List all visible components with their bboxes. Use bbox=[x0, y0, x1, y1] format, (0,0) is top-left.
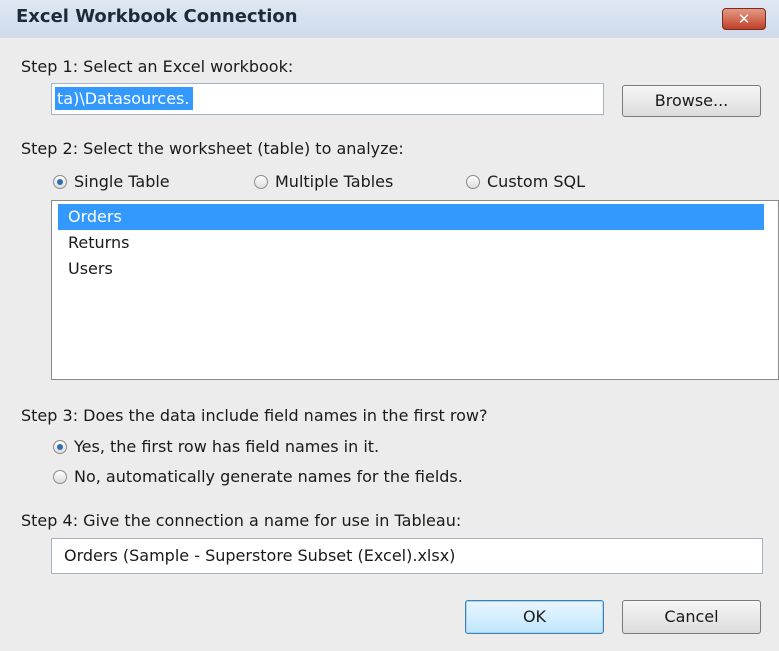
radio-selected-icon bbox=[53, 175, 67, 189]
step3-label: Step 3: Does the data include field name… bbox=[21, 406, 488, 425]
close-button[interactable]: ✕ bbox=[722, 8, 766, 30]
radio-unselected-icon bbox=[466, 175, 480, 189]
step2-label: Step 2: Select the worksheet (table) to … bbox=[21, 139, 404, 158]
radio-single-table[interactable]: Single Table bbox=[53, 172, 170, 191]
cancel-button[interactable]: Cancel bbox=[622, 600, 761, 634]
workbook-path-input[interactable]: ta)\Datasources. bbox=[51, 83, 604, 115]
radio-multiple-tables-label: Multiple Tables bbox=[275, 172, 394, 191]
radio-field-names-no[interactable]: No, automatically generate names for the… bbox=[53, 467, 463, 486]
close-icon: ✕ bbox=[737, 10, 751, 28]
dialog-title: Excel Workbook Connection bbox=[16, 6, 298, 27]
step4-label: Step 4: Give the connection a name for u… bbox=[21, 511, 462, 530]
excel-workbook-connection-dialog: Excel Workbook Connection ✕ Step 1: Sele… bbox=[0, 0, 779, 651]
ok-button[interactable]: OK bbox=[465, 600, 604, 634]
list-item-orders[interactable]: Orders bbox=[58, 204, 764, 230]
radio-unselected-icon bbox=[254, 175, 268, 189]
browse-button[interactable]: Browse... bbox=[622, 85, 761, 117]
radio-custom-sql-label: Custom SQL bbox=[487, 172, 586, 191]
radio-field-names-no-label: No, automatically generate names for the… bbox=[74, 467, 463, 486]
radio-single-table-label: Single Table bbox=[74, 172, 170, 191]
radio-unselected-icon bbox=[53, 470, 67, 484]
list-item-returns[interactable]: Returns bbox=[58, 230, 764, 256]
title-bar[interactable]: Excel Workbook Connection ✕ bbox=[0, 0, 779, 38]
list-item-users[interactable]: Users bbox=[58, 256, 764, 282]
radio-custom-sql[interactable]: Custom SQL bbox=[466, 172, 585, 191]
connection-name-input[interactable]: Orders (Sample - Superstore Subset (Exce… bbox=[51, 538, 763, 574]
connection-name-value: Orders (Sample - Superstore Subset (Exce… bbox=[64, 546, 456, 565]
workbook-path-value: ta)\Datasources. bbox=[55, 87, 194, 110]
radio-selected-icon bbox=[53, 440, 67, 454]
radio-multiple-tables[interactable]: Multiple Tables bbox=[254, 172, 393, 191]
worksheet-list[interactable]: Orders Returns Users bbox=[51, 200, 779, 380]
radio-field-names-yes-label: Yes, the first row has field names in it… bbox=[74, 437, 380, 456]
radio-field-names-yes[interactable]: Yes, the first row has field names in it… bbox=[53, 437, 379, 456]
step1-label: Step 1: Select an Excel workbook: bbox=[21, 57, 294, 76]
